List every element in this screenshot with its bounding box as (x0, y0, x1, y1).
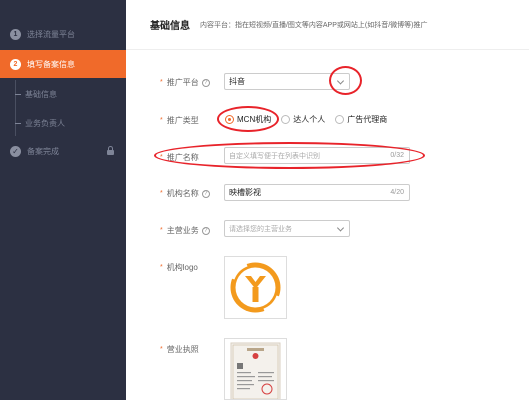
label-text: 机构名称 (166, 189, 199, 198)
required-mark: * (160, 264, 163, 271)
step-label: 选择流量平台 (27, 29, 75, 39)
org-name-input[interactable]: 映槽影视 4/20 (224, 184, 410, 201)
help-icon[interactable]: ? (201, 226, 210, 235)
radio-label: 广告代理商 (347, 115, 388, 124)
dash (15, 94, 21, 95)
annotation-ellipse (154, 142, 425, 169)
input-value: 映槽影视 (229, 188, 261, 197)
license-thumbnail-icon (230, 342, 281, 399)
sidebar-subitem-business-owner[interactable]: 业务负责人 (15, 118, 65, 129)
step-fill-info[interactable]: 2 填写备案信息 (0, 50, 126, 78)
type-label: * 推广类型 (160, 115, 199, 126)
step-label: 填写备案信息 (27, 59, 75, 69)
required-mark: * (160, 227, 163, 234)
section-header: 基础信息 内容平台：指在短视频/直播/图文等内容APP或网站上(如抖音/微博等)… (126, 0, 529, 50)
help-icon[interactable]: ? (201, 78, 210, 87)
main-content: 基础信息 内容平台：指在短视频/直播/图文等内容APP或网站上(如抖音/微博等)… (126, 0, 529, 400)
label-text: 机构logo (166, 263, 198, 272)
select-value: 抖音 (229, 77, 245, 86)
label-text: 推广平台 (166, 78, 199, 87)
required-mark: * (160, 117, 163, 124)
chevron-down-icon (336, 223, 345, 232)
step-select-platform[interactable]: 1 选择流量平台 (0, 20, 126, 48)
section-subtitle: 内容平台：指在短视频/直播/图文等内容APP或网站上(如抖音/微博等)推广 (200, 21, 428, 29)
step-number: 1 (10, 28, 21, 40)
radio-individual[interactable]: 达人个人 (281, 114, 325, 125)
main-business-select[interactable]: 请选择您的主营业务 (224, 220, 350, 237)
annotation-circle (329, 66, 362, 95)
subitem-label: 业务负责人 (25, 119, 65, 128)
step-number: 2 (10, 58, 21, 70)
required-mark: * (160, 346, 163, 353)
radio-dot (335, 115, 345, 124)
label-text: 推广类型 (166, 116, 199, 125)
sidebar: 1 选择流量平台 2 填写备案信息 基础信息 业务负责人 ✓ 备案完成 (0, 0, 126, 400)
annotation-circle (217, 106, 279, 132)
brand-logo-icon (230, 262, 281, 313)
radio-agency[interactable]: 广告代理商 (335, 114, 387, 125)
logo-upload[interactable] (224, 256, 287, 319)
char-counter: 4/20 (390, 189, 404, 196)
license-label: * 营业执照 (160, 344, 199, 355)
radio-dot (281, 115, 291, 124)
sidebar-subitem-basic-info[interactable]: 基础信息 (15, 89, 57, 100)
main-business-label: * 主营业务 ? (160, 225, 210, 236)
placeholder: 请选择您的主营业务 (229, 225, 292, 233)
required-mark: * (160, 190, 163, 197)
section-title: 基础信息 (150, 21, 190, 32)
radio-label: 达人个人 (293, 115, 326, 124)
subitem-label: 基础信息 (25, 90, 57, 99)
help-icon[interactable]: ? (201, 189, 210, 198)
label-text: 营业执照 (166, 345, 199, 354)
platform-label: * 推广平台 ? (160, 77, 210, 88)
check-icon: ✓ (10, 145, 21, 157)
dash (15, 123, 21, 124)
logo-label: * 机构logo (160, 262, 198, 273)
license-upload[interactable] (224, 338, 287, 400)
label-text: 主营业务 (166, 226, 199, 235)
step-complete[interactable]: ✓ 备案完成 (0, 137, 126, 165)
required-mark: * (160, 79, 163, 86)
lock-icon (107, 146, 114, 155)
org-name-label: * 机构名称 ? (160, 188, 210, 199)
step-label: 备案完成 (27, 146, 59, 156)
